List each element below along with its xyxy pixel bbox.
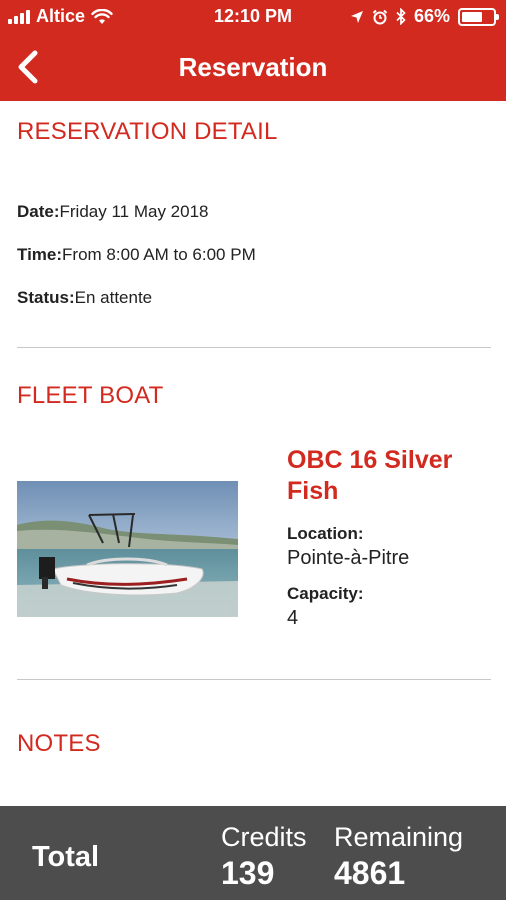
total-label: Total [32, 841, 100, 873]
divider [17, 347, 491, 348]
footer-summary: Total Credits 139 Remaining 4861 [0, 806, 506, 900]
credits-value: 139 [221, 855, 275, 891]
bluetooth-icon [396, 8, 406, 25]
header: Altice 12:10 PM 66% Reservation [0, 0, 506, 101]
credits-label: Credits [221, 822, 307, 852]
remaining-value: 4861 [334, 855, 406, 891]
reservation-detail-heading: RESERVATION DETAIL [17, 118, 278, 145]
status-value: En attente [74, 288, 153, 307]
boat-photo[interactable] [17, 481, 238, 617]
status-label: Status: [17, 288, 75, 307]
nav-bar: Reservation [0, 34, 506, 101]
location-arrow-icon [350, 10, 363, 23]
boat-name: OBC 16 Silver Fish [287, 446, 453, 505]
location-label: Location: [287, 524, 364, 543]
page-title: Reservation [178, 52, 328, 82]
remaining-block: Remaining 4861 [334, 822, 463, 892]
alarm-icon [372, 9, 388, 24]
capacity-value: 4 [287, 607, 299, 629]
credits-block: Credits 139 [221, 822, 307, 892]
time-value: From 8:00 AM to 6:00 PM [62, 245, 256, 264]
remaining-label: Remaining [334, 822, 464, 852]
location-value: Pointe-à-Pitre [287, 547, 410, 569]
status-row: Status:En attente [17, 288, 152, 308]
battery-percent: 66% [413, 6, 450, 26]
date-row: Date:Friday 11 May 2018 [17, 202, 209, 222]
battery-icon [458, 7, 499, 26]
date-value: Friday 11 May 2018 [59, 202, 209, 221]
battery-level [462, 11, 482, 22]
boat-image [17, 481, 238, 617]
fleet-boat-heading: FLEET BOAT [17, 382, 164, 409]
time-label: Time: [17, 245, 63, 264]
time-row: Time:From 8:00 AM to 6:00 PM [17, 245, 256, 265]
status-right: 66% [350, 6, 499, 27]
divider [17, 679, 491, 680]
notes-heading: NOTES [17, 730, 101, 757]
status-bar: Altice 12:10 PM 66% [0, 0, 506, 34]
date-label: Date: [17, 202, 60, 221]
capacity-label: Capacity: [287, 584, 364, 603]
